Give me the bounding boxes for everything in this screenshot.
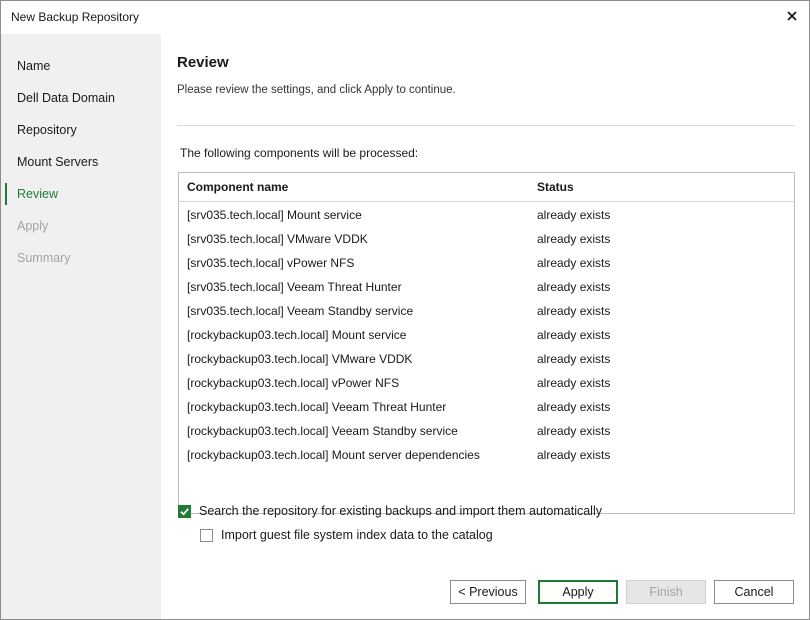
component-name-cell: [srv035.tech.local] Veeam Threat Hunter — [187, 280, 402, 294]
apply-button[interactable]: Apply — [538, 580, 618, 604]
header-divider — [177, 125, 794, 126]
search-existing-backups-label[interactable]: Search the repository for existing backu… — [199, 504, 602, 518]
step-repository[interactable]: Repository — [5, 119, 155, 141]
components-table: Component name Status [srv035.tech.local… — [178, 172, 795, 514]
table-row[interactable]: [srv035.tech.local] Veeam Standby servic… — [179, 299, 794, 323]
status-cell: already exists — [537, 208, 611, 222]
step-mount-servers[interactable]: Mount Servers — [5, 151, 155, 173]
table-header: Component name Status — [179, 173, 794, 202]
component-name-cell: [rockybackup03.tech.local] Mount service — [187, 328, 407, 342]
table-row[interactable]: [rockybackup03.tech.local] VMware VDDK a… — [179, 347, 794, 371]
step-summary: Summary — [17, 251, 71, 265]
table-row[interactable]: [rockybackup03.tech.local] Veeam Standby… — [179, 419, 794, 443]
step-apply: Apply — [17, 219, 49, 233]
step-name[interactable]: Name — [5, 55, 155, 77]
component-name-cell: [srv035.tech.local] vPower NFS — [187, 256, 355, 270]
status-cell: already exists — [537, 352, 611, 366]
component-name-cell: [rockybackup03.tech.local] vPower NFS — [187, 376, 400, 390]
status-cell: already exists — [537, 304, 611, 318]
component-name-cell: [rockybackup03.tech.local] Veeam Threat … — [187, 400, 447, 414]
import-index-checkbox[interactable] — [200, 528, 213, 542]
finish-button: Finish — [626, 580, 706, 604]
close-icon — [787, 11, 797, 21]
table-row[interactable]: [srv035.tech.local] VMware VDDK already … — [179, 227, 794, 251]
column-header-component-name[interactable]: Component name — [187, 180, 288, 194]
component-name-cell: [rockybackup03.tech.local] Mount server … — [187, 448, 480, 462]
checkmark-icon — [180, 507, 189, 516]
table-row[interactable]: [rockybackup03.tech.local] Mount service… — [179, 323, 794, 347]
status-cell: already exists — [537, 280, 611, 294]
table-row[interactable]: [rockybackup03.tech.local] Mount server … — [179, 443, 794, 467]
component-name-cell: [srv035.tech.local] Mount service — [187, 208, 362, 222]
component-name-cell: [srv035.tech.local] VMware VDDK — [187, 232, 368, 246]
status-cell: already exists — [537, 400, 611, 414]
previous-button[interactable]: < Previous — [450, 580, 526, 604]
step-review[interactable]: Review — [5, 183, 155, 205]
status-cell: already exists — [537, 232, 611, 246]
cancel-button[interactable]: Cancel — [714, 580, 794, 604]
import-index-label[interactable]: Import guest file system index data to t… — [221, 528, 493, 542]
window-title: New Backup Repository — [11, 10, 140, 24]
search-existing-backups-option[interactable]: Search the repository for existing backu… — [178, 504, 602, 518]
status-cell: already exists — [537, 328, 611, 342]
components-caption: The following components will be process… — [180, 146, 419, 160]
table-row[interactable]: [srv035.tech.local] Mount service alread… — [179, 203, 794, 227]
status-cell: already exists — [537, 448, 611, 462]
title-bar: New Backup Repository — [1, 1, 809, 33]
status-cell: already exists — [537, 424, 611, 438]
new-backup-repository-dialog: New Backup Repository Name Dell Data Dom… — [0, 0, 810, 620]
close-button[interactable] — [783, 7, 801, 25]
step-dell-data-domain[interactable]: Dell Data Domain — [5, 87, 155, 109]
wizard-steps-sidebar: Name Dell Data Domain Repository Mount S… — [1, 34, 161, 619]
component-name-cell: [rockybackup03.tech.local] Veeam Standby… — [187, 424, 458, 438]
status-cell: already exists — [537, 256, 611, 270]
main-panel: Review Please review the settings, and c… — [162, 34, 809, 619]
table-row[interactable]: [rockybackup03.tech.local] Veeam Threat … — [179, 395, 794, 419]
status-cell: already exists — [537, 376, 611, 390]
component-name-cell: [rockybackup03.tech.local] VMware VDDK — [187, 352, 413, 366]
page-description: Please review the settings, and click Ap… — [177, 84, 456, 96]
table-row[interactable]: [srv035.tech.local] vPower NFS already e… — [179, 251, 794, 275]
column-header-status[interactable]: Status — [537, 180, 574, 194]
table-row[interactable]: [rockybackup03.tech.local] vPower NFS al… — [179, 371, 794, 395]
page-title: Review — [177, 54, 229, 71]
import-index-option[interactable]: Import guest file system index data to t… — [200, 528, 493, 542]
search-existing-backups-checkbox[interactable] — [178, 504, 191, 518]
table-row[interactable]: [srv035.tech.local] Veeam Threat Hunter … — [179, 275, 794, 299]
component-name-cell: [srv035.tech.local] Veeam Standby servic… — [187, 304, 414, 318]
